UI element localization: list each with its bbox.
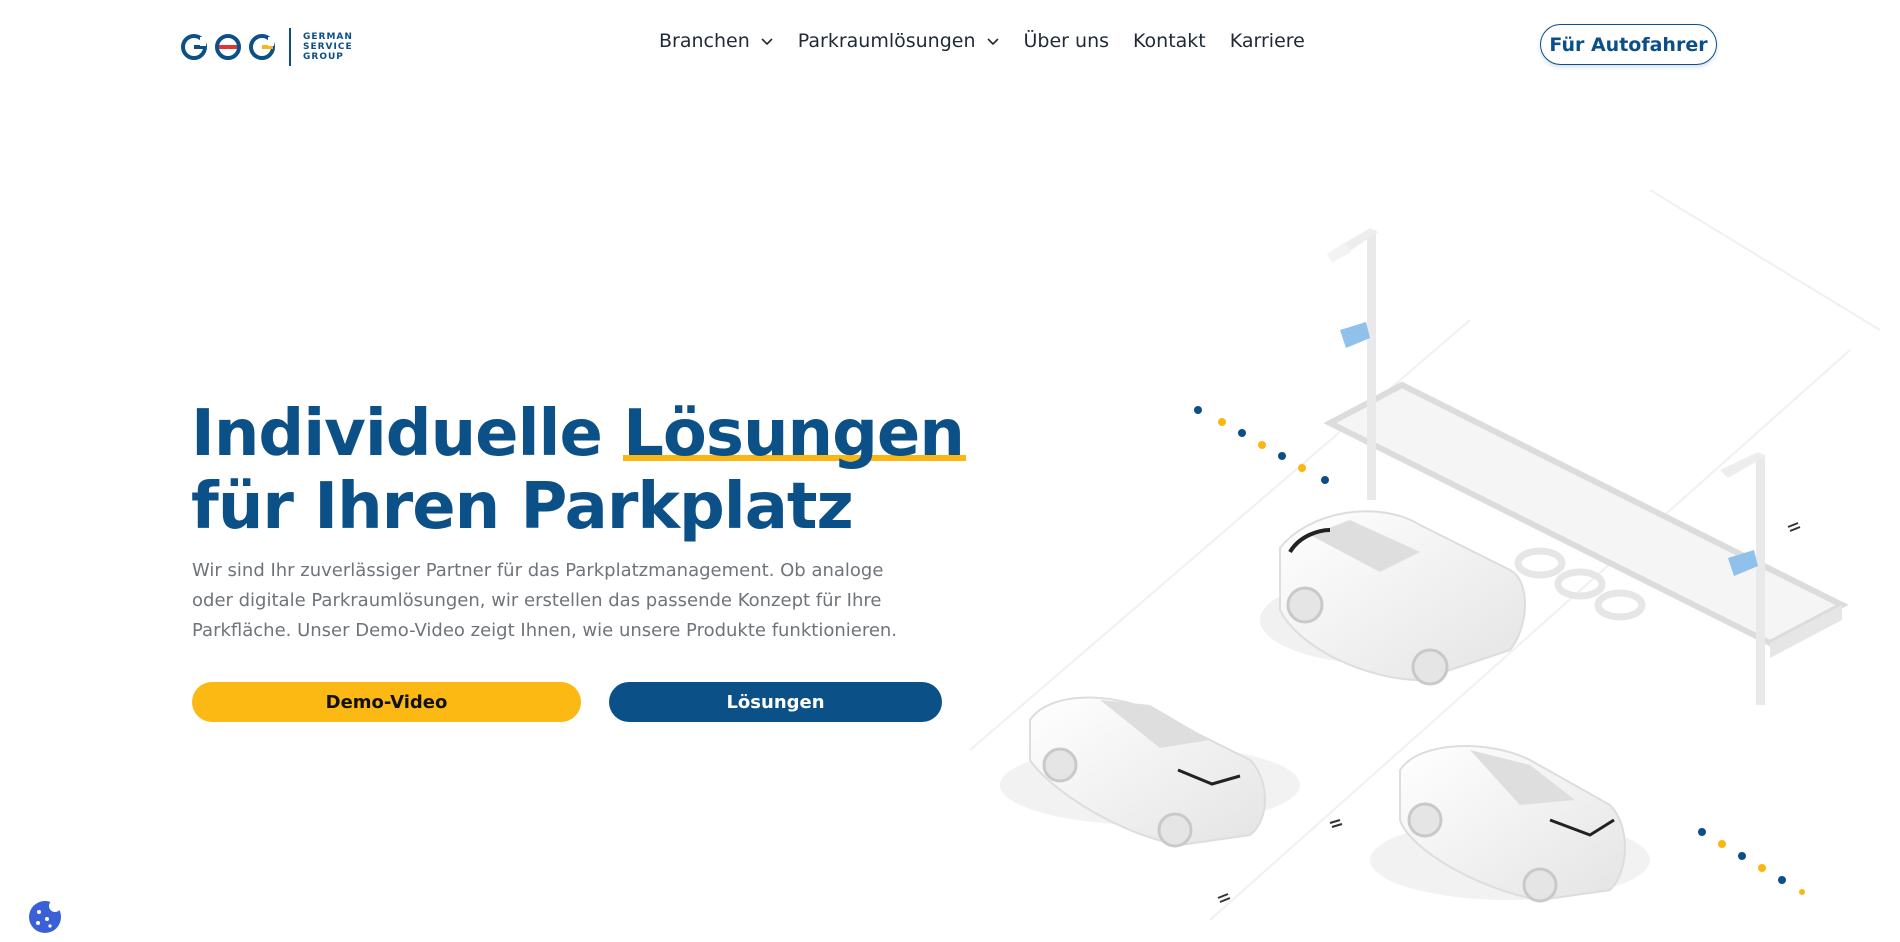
logo-line-2: SERVICE [303, 42, 353, 52]
logo-g-icon [181, 34, 207, 60]
car-bottom-left [1000, 696, 1300, 848]
nav-item-ueber-uns[interactable]: Über uns [1024, 30, 1110, 52]
hero-title: Individuelle Lösungen für Ihren Parkplat… [191, 397, 965, 544]
lamp-post-left [1326, 228, 1378, 500]
logo-s-icon [215, 34, 241, 60]
logo-line-1: GERMAN [303, 32, 353, 42]
chevron-down-icon [761, 38, 773, 46]
logo-wordmark: GERMAN SERVICE GROUP [303, 32, 353, 62]
nav-item-branchen[interactable]: Branchen [659, 30, 774, 52]
loesungen-button[interactable]: Lösungen [609, 682, 942, 722]
hero-description: Wir sind Ihr zuverlässiger Partner für d… [192, 560, 898, 641]
parking-lot-illustration [969, 189, 1881, 921]
hero-title-highlight: Lösungen [623, 397, 965, 471]
cookie-icon[interactable] [28, 900, 62, 934]
main-nav: Branchen Parkraumlösungen Über uns Konta… [659, 30, 1329, 52]
hero-title-part1: Individuelle [191, 397, 624, 471]
site-header: GERMAN SERVICE GROUP Branchen Parkraumlö… [0, 0, 1900, 90]
nav-item-label: Über uns [1023, 30, 1110, 52]
demo-video-button[interactable]: Demo-Video [192, 682, 581, 722]
nav-item-parkraumloesungen[interactable]: Parkraumlösungen [798, 30, 1000, 52]
car-top [1260, 510, 1526, 686]
fuer-autofahrer-button[interactable]: Für Autofahrer [1540, 24, 1717, 65]
nav-item-label: Parkraumlösungen [797, 30, 976, 52]
dot-trail-top [1194, 406, 1329, 484]
logo-mark [181, 34, 275, 60]
chevron-down-icon [986, 38, 999, 46]
car-bottom-right [1370, 745, 1650, 903]
logo-divider [289, 28, 291, 66]
nav-item-kontakt[interactable]: Kontakt [1133, 30, 1206, 52]
brand-logo[interactable]: GERMAN SERVICE GROUP [181, 27, 353, 67]
hero-title-line2: für Ihren Parkplatz [191, 470, 854, 544]
logo-g2-icon [249, 34, 275, 60]
nav-item-label: Branchen [659, 30, 750, 52]
dot-trail-bottom [1698, 828, 1805, 895]
logo-line-3: GROUP [303, 52, 344, 62]
nav-item-karriere[interactable]: Karriere [1230, 30, 1305, 52]
nav-item-label: Karriere [1229, 30, 1305, 52]
nav-item-label: Kontakt [1133, 30, 1206, 52]
